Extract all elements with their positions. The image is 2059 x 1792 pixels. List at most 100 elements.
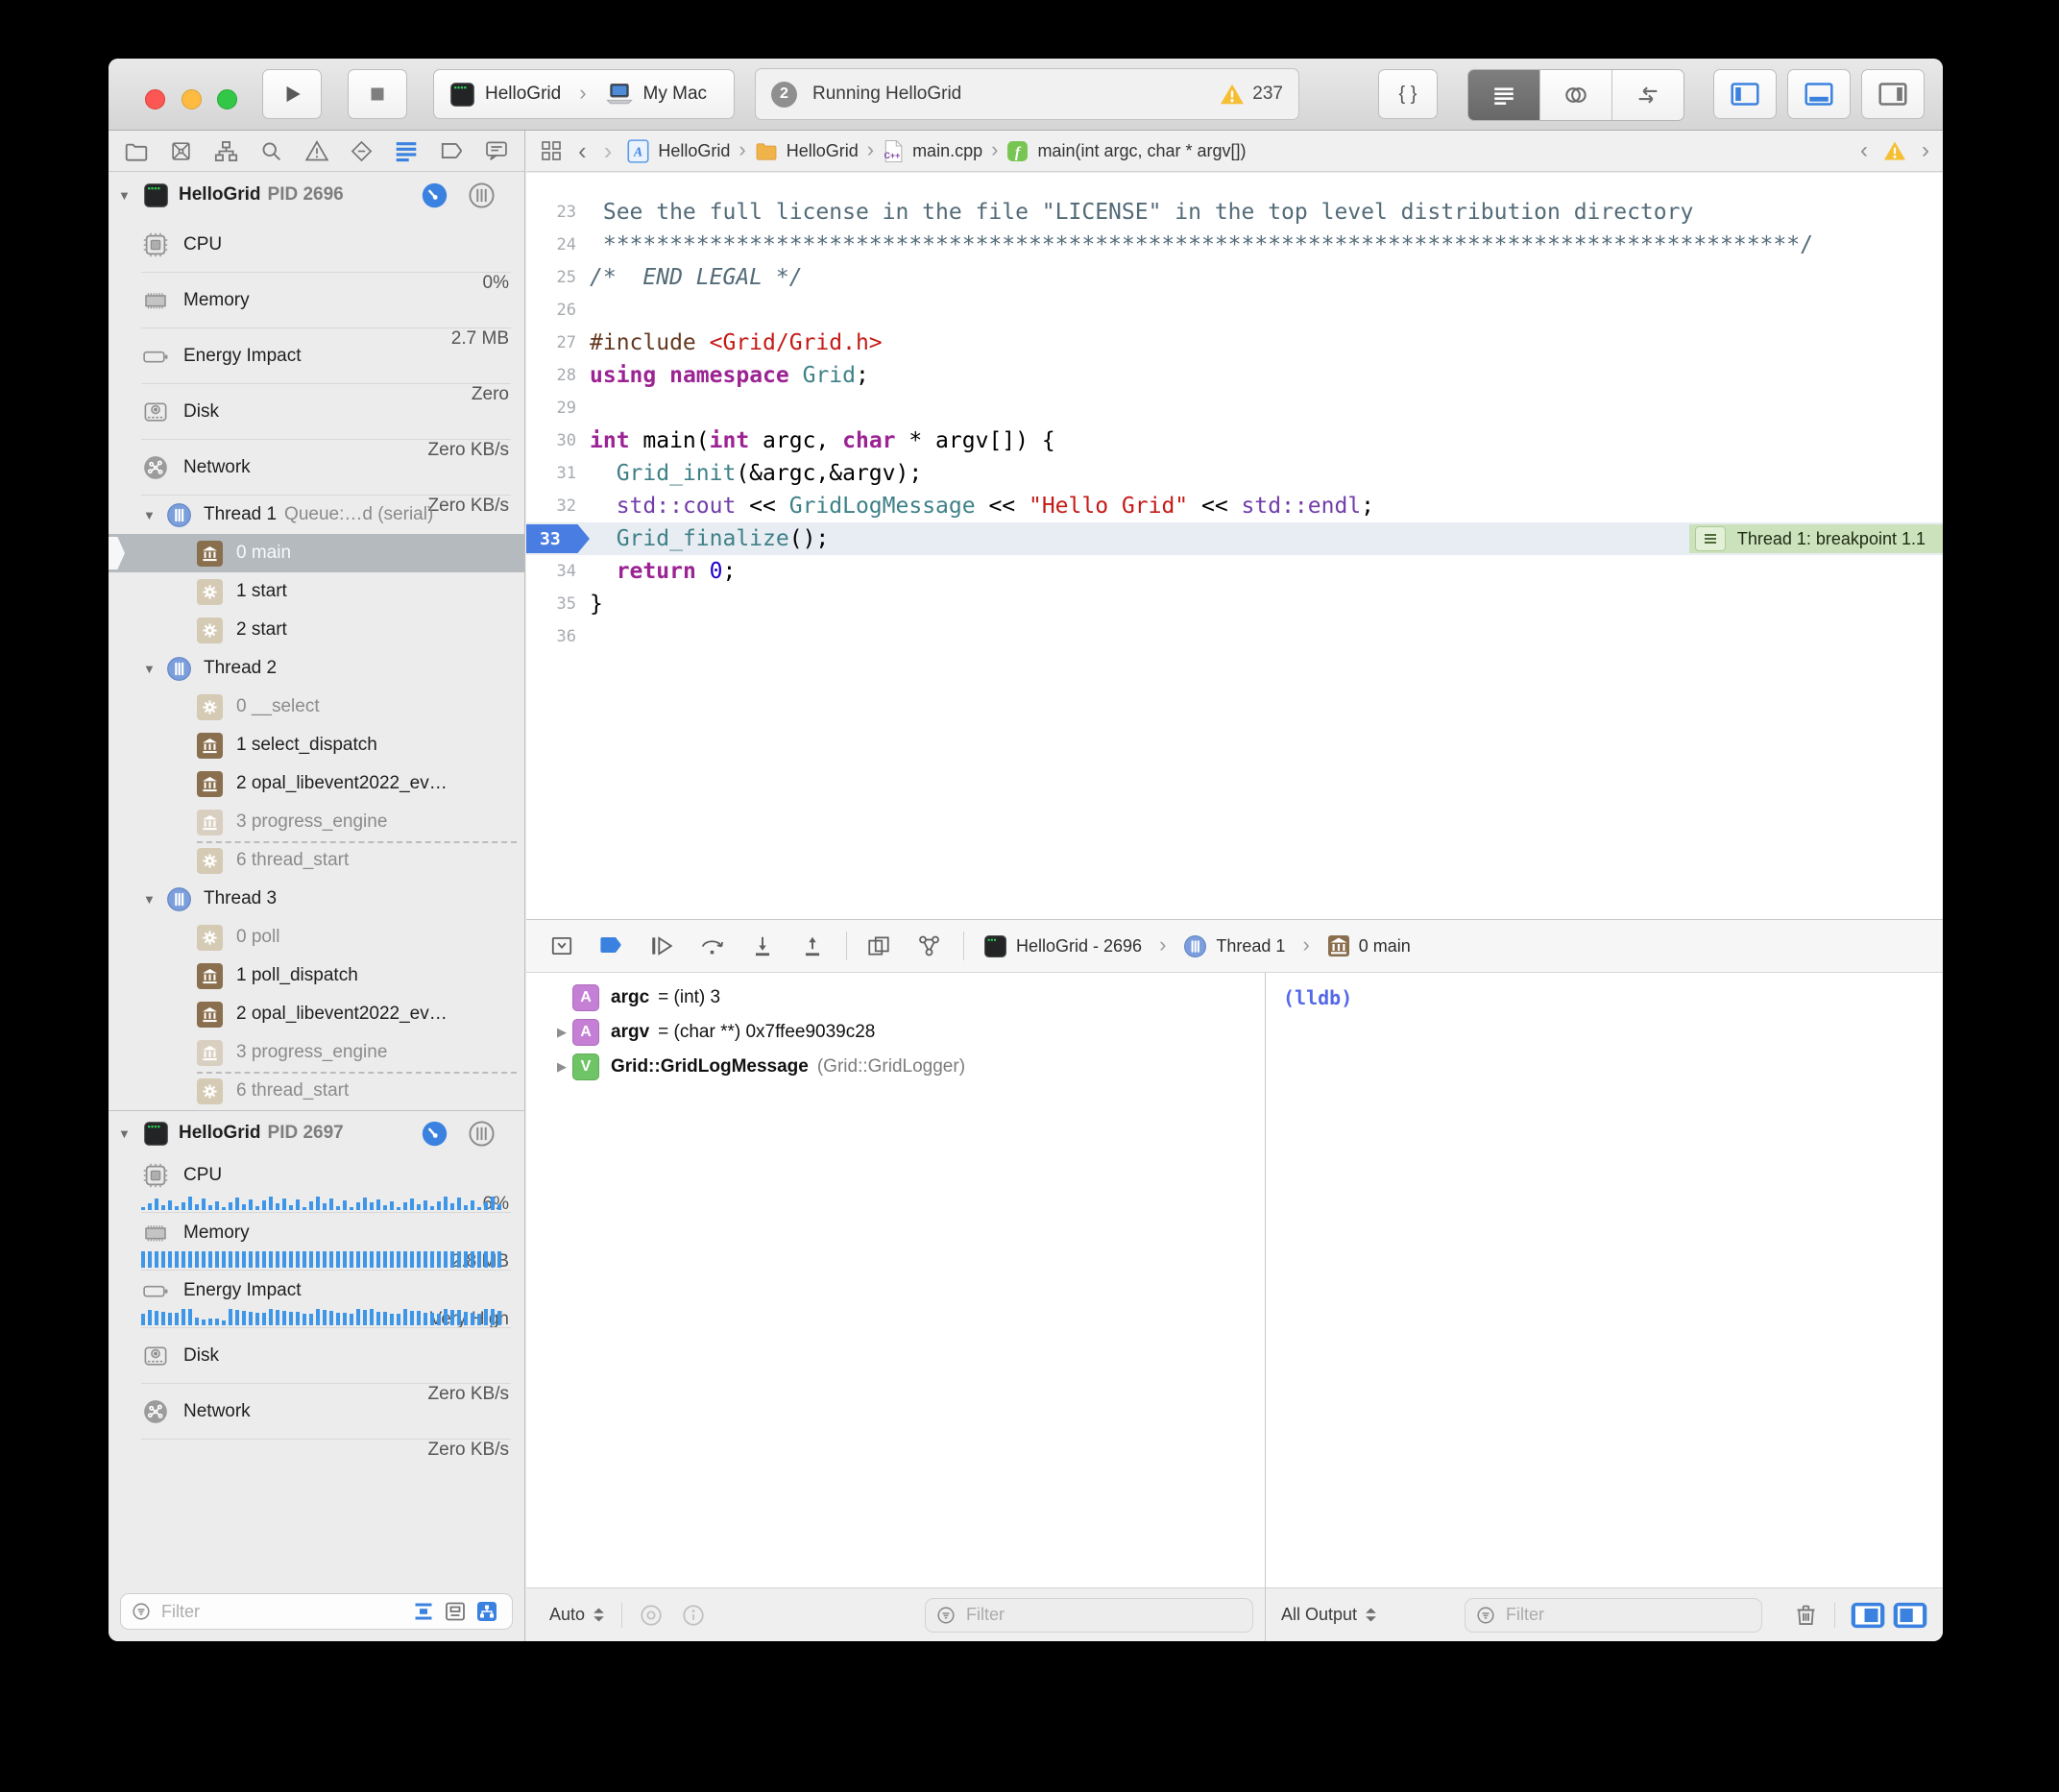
- warning-count[interactable]: 237: [1220, 83, 1283, 106]
- disclosure-triangle-icon[interactable]: ▼: [143, 892, 164, 907]
- code-line[interactable]: 23 See the full license in the file "LIC…: [526, 196, 1943, 229]
- step-out-button[interactable]: [800, 933, 825, 958]
- stack-frame-row[interactable]: 0 __select: [109, 688, 524, 726]
- process-row[interactable]: ▼HelloGridPID 2696: [109, 173, 524, 217]
- code-line[interactable]: 24 *************************************…: [526, 229, 1943, 261]
- code-line[interactable]: 26: [526, 294, 1943, 327]
- stat-row-network[interactable]: NetworkZero KB/s: [109, 440, 524, 496]
- stack-frame-row[interactable]: 2 opal_libevent2022_ev…: [109, 764, 524, 803]
- stop-button[interactable]: [348, 69, 407, 119]
- code-line[interactable]: 35}: [526, 588, 1943, 620]
- navigator-tab-project[interactable]: [124, 139, 149, 162]
- variables-filter-field[interactable]: [925, 1598, 1253, 1633]
- breadcrumb-file[interactable]: main.cpp: [912, 141, 982, 161]
- code-snippets-button[interactable]: { }: [1378, 69, 1438, 119]
- console-filter-input[interactable]: [1504, 1604, 1752, 1626]
- navigator-tab-symbols[interactable]: [213, 139, 239, 163]
- console-scope-popup[interactable]: All Output: [1281, 1605, 1378, 1625]
- code-line[interactable]: 34 return 0;: [526, 555, 1943, 588]
- debug-location-thread[interactable]: Thread 1: [1216, 936, 1285, 957]
- navigator-tab-debug[interactable]: [394, 139, 419, 162]
- variables-scope-popup[interactable]: Auto: [549, 1605, 606, 1625]
- stat-row-memory[interactable]: Memory2.7 MB: [109, 273, 524, 328]
- step-over-button[interactable]: [699, 933, 725, 958]
- stack-frame-row[interactable]: 6 thread_start: [109, 841, 524, 880]
- navigator-tab-source-control[interactable]: [169, 139, 193, 163]
- quicklook-icon[interactable]: [638, 1603, 665, 1628]
- code-line[interactable]: 31 Grid_init(&argc,&argv);: [526, 457, 1943, 490]
- related-items-icon[interactable]: [540, 139, 563, 162]
- code-line[interactable]: 30int main(int argc, char * argv[]) {: [526, 424, 1943, 457]
- stat-row-cpu[interactable]: CPU6%: [109, 1157, 524, 1213]
- navigator-tab-breakpoints[interactable]: [439, 139, 464, 162]
- variables-view[interactable]: Aargc= (int) 3▶Aargv= (char **) 0x7ffee9…: [526, 973, 1265, 1587]
- stack-frame-row[interactable]: 3 progress_engine: [109, 1033, 524, 1072]
- stack-frame-row[interactable]: 0 main: [109, 534, 524, 572]
- memory-graph-button[interactable]: [916, 933, 942, 958]
- filter-running-icon[interactable]: [412, 1600, 435, 1623]
- navigator-filter-input[interactable]: [159, 1601, 412, 1623]
- run-button[interactable]: [262, 69, 322, 119]
- thread-row[interactable]: ▼Thread 3: [109, 880, 524, 918]
- disclosure-triangle-icon[interactable]: ▼: [143, 508, 164, 522]
- disclosure-triangle-icon[interactable]: ▼: [143, 662, 164, 676]
- thread-row[interactable]: ▼Thread 2: [109, 649, 524, 688]
- console-view-toggle[interactable]: [1893, 1602, 1927, 1629]
- standard-editor-button[interactable]: [1468, 70, 1540, 120]
- navigator-tab-issues[interactable]: [304, 139, 329, 162]
- disclosure-triangle-icon[interactable]: ▼: [118, 188, 143, 203]
- stack-frame-row[interactable]: 1 poll_dispatch: [109, 957, 524, 995]
- stat-row-disk[interactable]: DiskZero KB/s: [109, 1328, 524, 1384]
- code-line[interactable]: 27#include <Grid/Grid.h>: [526, 327, 1943, 359]
- issue-warning-icon[interactable]: [1883, 140, 1906, 161]
- variables-filter-input[interactable]: [964, 1604, 1243, 1626]
- debug-area-panel-toggle[interactable]: [1787, 69, 1851, 119]
- stat-row-cpu[interactable]: CPU0%: [109, 217, 524, 273]
- disclosure-triangle-icon[interactable]: ▼: [118, 1126, 143, 1141]
- stack-frame-row[interactable]: 1 start: [109, 572, 524, 611]
- navigator-tab-tests[interactable]: [350, 139, 374, 163]
- process-row[interactable]: ▼HelloGridPID 2697: [109, 1111, 524, 1155]
- thread-row[interactable]: ▼Thread 1Queue:…d (serial): [109, 496, 524, 534]
- stat-row-energy-impact[interactable]: Energy ImpactVery High: [109, 1272, 524, 1328]
- cpu-gauge-icon[interactable]: [421, 1120, 448, 1148]
- code-line[interactable]: 28using namespace Grid;: [526, 359, 1943, 392]
- stack-frame-row[interactable]: 3 progress_engine: [109, 803, 524, 841]
- stat-row-network[interactable]: NetworkZero KB/s: [109, 1384, 524, 1440]
- stack-frame-row[interactable]: 1 select_dispatch: [109, 726, 524, 764]
- disclosure-triangle-icon[interactable]: ▶: [551, 1025, 572, 1040]
- filter-view-mode-icon[interactable]: [475, 1600, 498, 1623]
- step-into-button[interactable]: [750, 933, 775, 958]
- source-editor[interactable]: 23 See the full license in the file "LIC…: [526, 173, 1943, 942]
- stat-row-disk[interactable]: DiskZero KB/s: [109, 384, 524, 440]
- threads-view-icon[interactable]: [468, 1120, 496, 1148]
- inspector-panel-toggle[interactable]: [1861, 69, 1925, 119]
- variable-row[interactable]: ▶Aargv= (char **) 0x7ffee9039c28: [526, 1015, 1265, 1050]
- code-line[interactable]: 32 std::cout << GridLogMessage << "Hello…: [526, 490, 1943, 522]
- info-icon[interactable]: [680, 1603, 707, 1628]
- filter-stack-frames-icon[interactable]: [444, 1600, 467, 1623]
- scheme-selector[interactable]: HelloGrid › My Mac: [433, 69, 735, 119]
- code-line[interactable]: 36: [526, 620, 1943, 653]
- stack-frame-row[interactable]: 2 start: [109, 611, 524, 649]
- stat-row-energy-impact[interactable]: Energy ImpactZero: [109, 328, 524, 384]
- navigator-tab-find[interactable]: [259, 139, 283, 163]
- disclosure-triangle-icon[interactable]: ▶: [551, 1059, 572, 1075]
- breakpoint-badge[interactable]: 33: [526, 524, 590, 553]
- view-hierarchy-button[interactable]: [866, 933, 891, 958]
- variable-row[interactable]: Aargc= (int) 3: [526, 981, 1265, 1015]
- close-window-button[interactable]: [145, 89, 165, 109]
- debug-location-process[interactable]: HelloGrid - 2696: [1016, 936, 1142, 957]
- breadcrumb-symbol[interactable]: main(int argc, char * argv[]): [1037, 141, 1246, 161]
- navigator-filter-field[interactable]: [120, 1593, 513, 1630]
- navigator-panel-toggle[interactable]: [1713, 69, 1777, 119]
- debug-location-frame[interactable]: 0 main: [1359, 936, 1411, 957]
- code-line[interactable]: 33 Grid_finalize();Thread 1: breakpoint …: [526, 522, 1943, 555]
- breakpoints-toggle-button[interactable]: [599, 935, 624, 957]
- version-editor-button[interactable]: [1612, 70, 1684, 120]
- stack-frame-row[interactable]: 2 opal_libevent2022_ev…: [109, 995, 524, 1033]
- threads-view-icon[interactable]: [468, 182, 496, 209]
- code-line[interactable]: 29: [526, 392, 1943, 424]
- breadcrumb-project[interactable]: HelloGrid: [658, 141, 730, 161]
- stack-frame-row[interactable]: 0 poll: [109, 918, 524, 957]
